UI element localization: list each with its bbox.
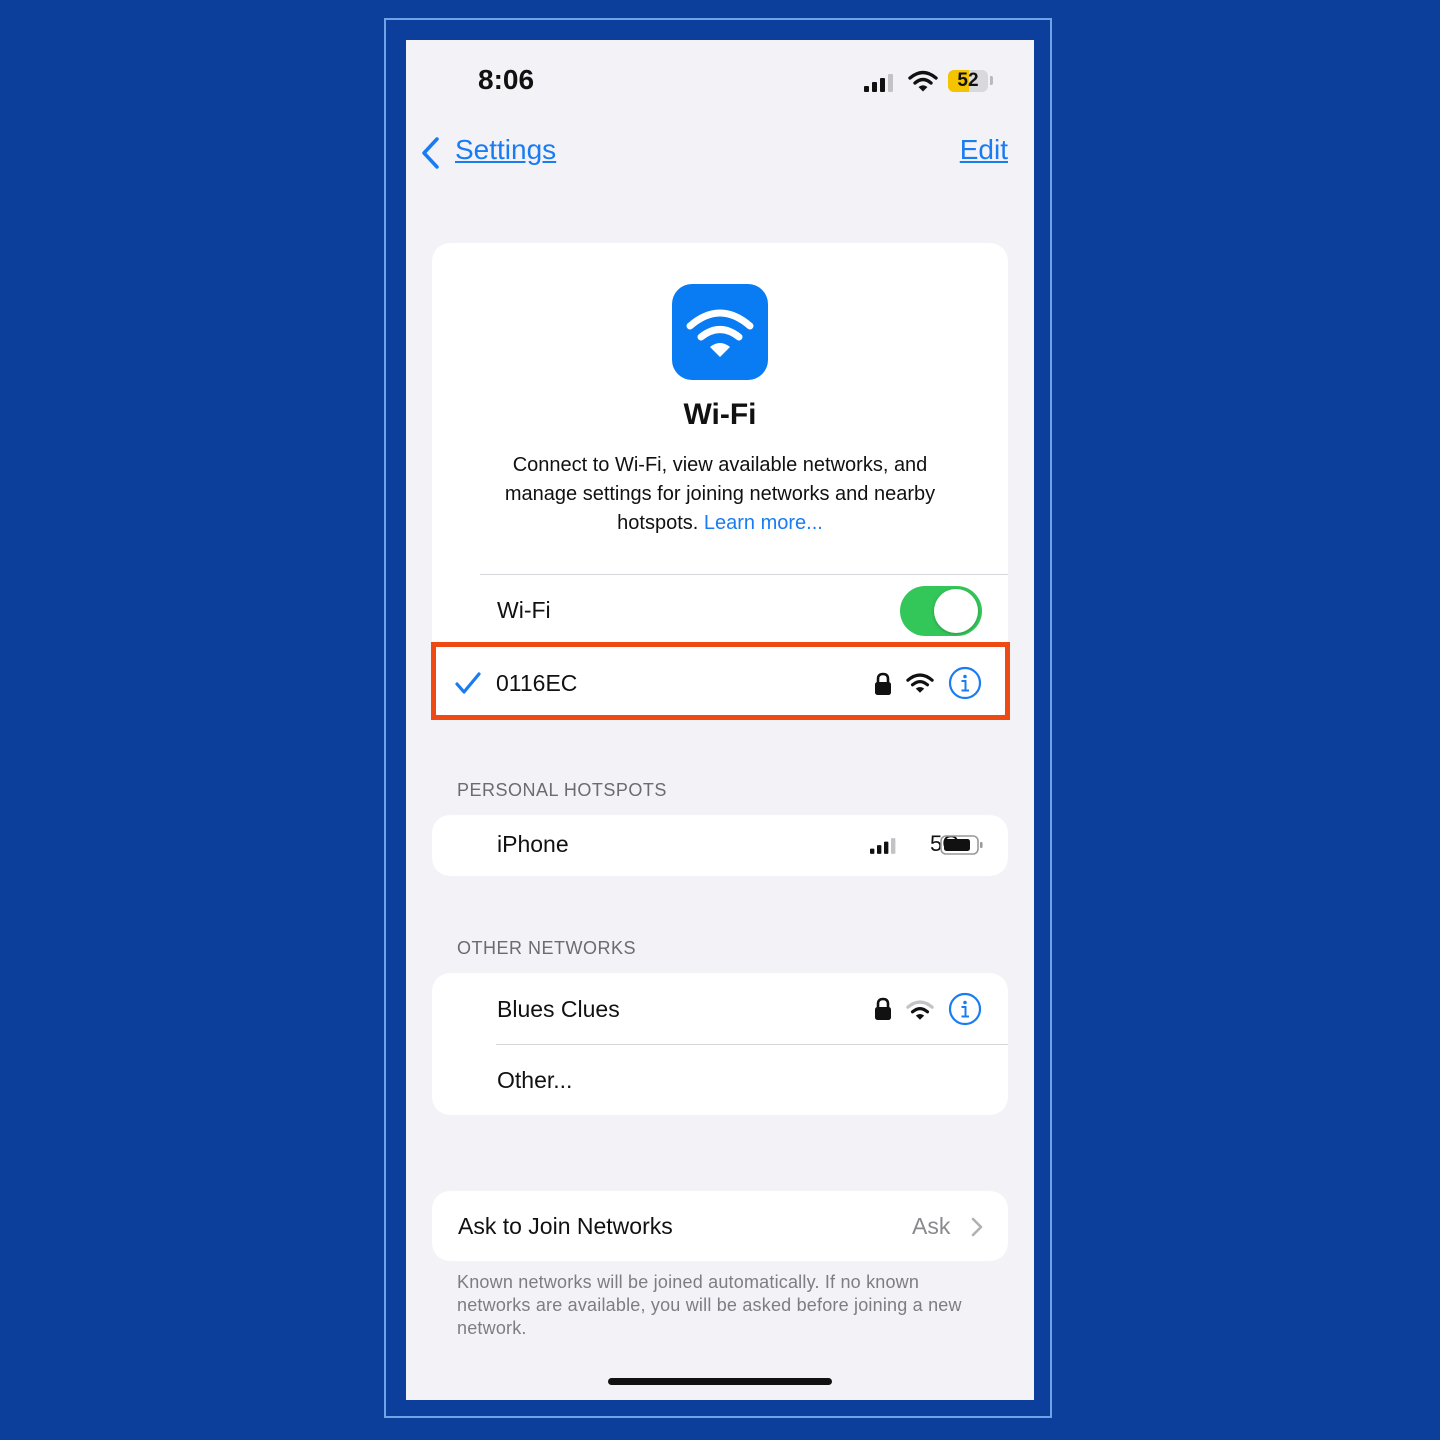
wifi-toggle-label: Wi-Fi <box>497 597 551 623</box>
other-network-label: Other... <box>497 1067 573 1093</box>
hotspot-name: iPhone <box>497 831 569 857</box>
page-description: Connect to Wi-Fi, view available network… <box>476 451 964 538</box>
list-item[interactable]: iPhone 5G <box>432 815 1008 876</box>
wifi-icon <box>908 70 938 92</box>
battery-icon <box>940 835 983 855</box>
ask-to-join-row[interactable]: Ask to Join Networks Ask <box>432 1191 1008 1261</box>
lock-icon <box>875 997 891 1020</box>
battery-icon: 52 <box>948 70 988 92</box>
back-button[interactable]: Settings <box>455 134 556 166</box>
other-network-button[interactable]: Other... <box>432 1045 1008 1115</box>
other-networks-header: OTHER NETWORKS <box>457 938 637 958</box>
ask-to-join-value: Ask <box>912 1213 951 1239</box>
ask-to-join-label: Ask to Join Networks <box>458 1213 673 1239</box>
wifi-icon <box>906 1000 934 1020</box>
cellular-signal-icon <box>870 838 896 854</box>
battery-level: 52 <box>957 70 979 91</box>
network-name: Blues Clues <box>497 996 620 1022</box>
learn-more-link[interactable]: Learn more... <box>704 512 823 534</box>
battery-nub <box>990 76 993 85</box>
cellular-signal-icon <box>864 74 893 92</box>
divider <box>480 574 1008 575</box>
other-networks-card: Blues Clues Other... <box>432 973 1008 1115</box>
edit-button[interactable]: Edit <box>960 134 1008 166</box>
toggle-knob <box>934 589 978 633</box>
chevron-left-icon[interactable] <box>420 136 442 170</box>
chevron-right-icon <box>971 1217 983 1237</box>
personal-hotspots-card: iPhone 5G <box>432 815 1008 876</box>
wifi-app-icon <box>672 284 768 380</box>
info-icon[interactable] <box>948 992 982 1026</box>
wifi-icon <box>686 309 754 357</box>
personal-hotspots-header: PERSONAL HOTSPOTS <box>457 780 667 800</box>
list-item[interactable]: Blues Clues <box>432 973 1008 1044</box>
home-indicator[interactable] <box>608 1378 832 1385</box>
phone-screen: 8:06 52 Settings Edit Wi-Fi Connect to W… <box>406 40 1034 1400</box>
ask-to-join-footer: Known networks will be joined automatica… <box>457 1272 962 1338</box>
wifi-toggle[interactable] <box>900 586 982 636</box>
highlight-box <box>431 642 1010 720</box>
status-time: 8:06 <box>478 64 535 95</box>
page-title: Wi-Fi <box>683 398 757 431</box>
